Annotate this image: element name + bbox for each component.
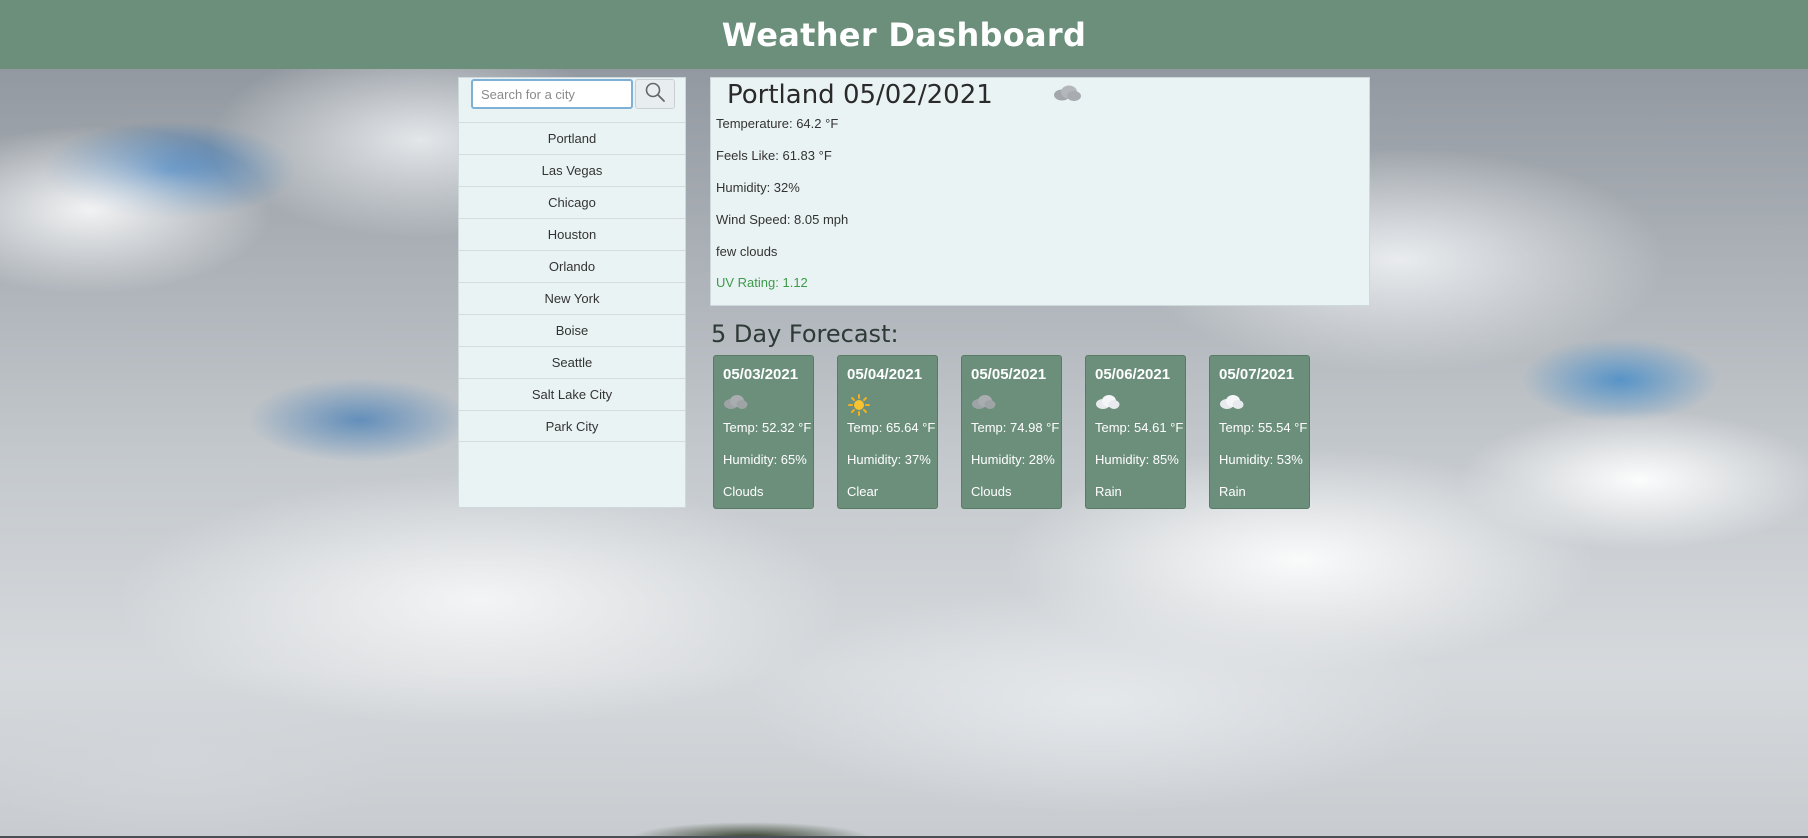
sun-icon	[846, 394, 872, 419]
forecast-date: 05/03/2021	[723, 366, 799, 383]
forecast-date: 05/07/2021	[1219, 366, 1295, 383]
forecast-humidity: Humidity: 28%	[971, 452, 1055, 467]
city-item-seattle[interactable]: Seattle	[459, 346, 685, 378]
forecast-temp: Temp: 55.54 °F	[1219, 420, 1308, 435]
city-item-orlando[interactable]: Orlando	[459, 250, 685, 282]
header-bar: Weather Dashboard	[0, 0, 1808, 69]
forecast-card: 05/04/2021 Temp: 65.64 °F Humidity: 37% …	[837, 355, 938, 509]
forecast-temp: Temp: 54.61 °F	[1095, 420, 1184, 435]
search-row	[471, 79, 675, 109]
current-wind-speed: Wind Speed: 8.05 mph	[716, 212, 849, 227]
white-cloud-icon	[1218, 394, 1244, 413]
city-item-las-vegas[interactable]: Las Vegas	[459, 154, 685, 186]
city-item-chicago[interactable]: Chicago	[459, 186, 685, 218]
forecast-card: 05/05/2021 Temp: 74.98 °F Humidity: 28% …	[961, 355, 1062, 509]
forecast-temp: Temp: 65.64 °F	[847, 420, 936, 435]
current-uv-rating: UV Rating: 1.12	[716, 275, 808, 290]
search-icon	[644, 81, 666, 108]
city-item-salt-lake-city[interactable]: Salt Lake City	[459, 378, 685, 410]
forecast-heading: 5 Day Forecast:	[711, 320, 899, 348]
city-item-park-city[interactable]: Park City	[459, 410, 685, 442]
forecast-description: Clouds	[971, 484, 1012, 499]
forecast-description: Clear	[847, 484, 879, 499]
forecast-humidity: Humidity: 53%	[1219, 452, 1303, 467]
forecast-date: 05/06/2021	[1095, 366, 1171, 383]
forecast-description: Rain	[1095, 484, 1122, 499]
sidebar: Portland Las Vegas Chicago Houston Orlan…	[458, 77, 686, 508]
city-item-portland[interactable]: Portland	[459, 122, 685, 154]
forecast-temp: Temp: 74.98 °F	[971, 420, 1060, 435]
search-button[interactable]	[635, 79, 675, 109]
forecast-date: 05/04/2021	[847, 366, 923, 383]
forecast-card: 05/07/2021 Temp: 55.54 °F Humidity: 53% …	[1209, 355, 1310, 509]
forecast-humidity: Humidity: 65%	[723, 452, 807, 467]
search-input[interactable]	[471, 79, 633, 109]
city-item-new-york[interactable]: New York	[459, 282, 685, 314]
clouds-icon	[1052, 84, 1082, 107]
city-list: Portland Las Vegas Chicago Houston Orlan…	[459, 122, 685, 442]
background-treeline	[600, 818, 900, 838]
current-description: few clouds	[716, 244, 778, 259]
current-humidity: Humidity: 32%	[716, 180, 800, 195]
page-title: Weather Dashboard	[721, 15, 1087, 54]
forecast-temp: Temp: 52.32 °F	[723, 420, 812, 435]
current-feels-like: Feels Like: 61.83 °F	[716, 148, 832, 163]
forecast-date: 05/05/2021	[971, 366, 1047, 383]
forecast-card: 05/03/2021 Temp: 52.32 °F Humidity: 65% …	[713, 355, 814, 509]
forecast-card: 05/06/2021 Temp: 54.61 °F Humidity: 85% …	[1085, 355, 1186, 509]
white-cloud-icon	[1094, 394, 1120, 413]
current-temperature: Temperature: 64.2 °F	[716, 116, 839, 131]
forecast-humidity: Humidity: 85%	[1095, 452, 1179, 467]
forecast-description: Clouds	[723, 484, 764, 499]
city-item-houston[interactable]: Houston	[459, 218, 685, 250]
forecast-humidity: Humidity: 37%	[847, 452, 931, 467]
current-weather-panel: Portland 05/02/2021 Temperature: 64.2 °F…	[710, 77, 1370, 306]
gray-cloud-icon	[722, 394, 748, 413]
gray-cloud-icon	[970, 394, 996, 413]
city-item-boise[interactable]: Boise	[459, 314, 685, 346]
forecast-description: Rain	[1219, 484, 1246, 499]
current-city-title: Portland 05/02/2021	[727, 80, 993, 110]
